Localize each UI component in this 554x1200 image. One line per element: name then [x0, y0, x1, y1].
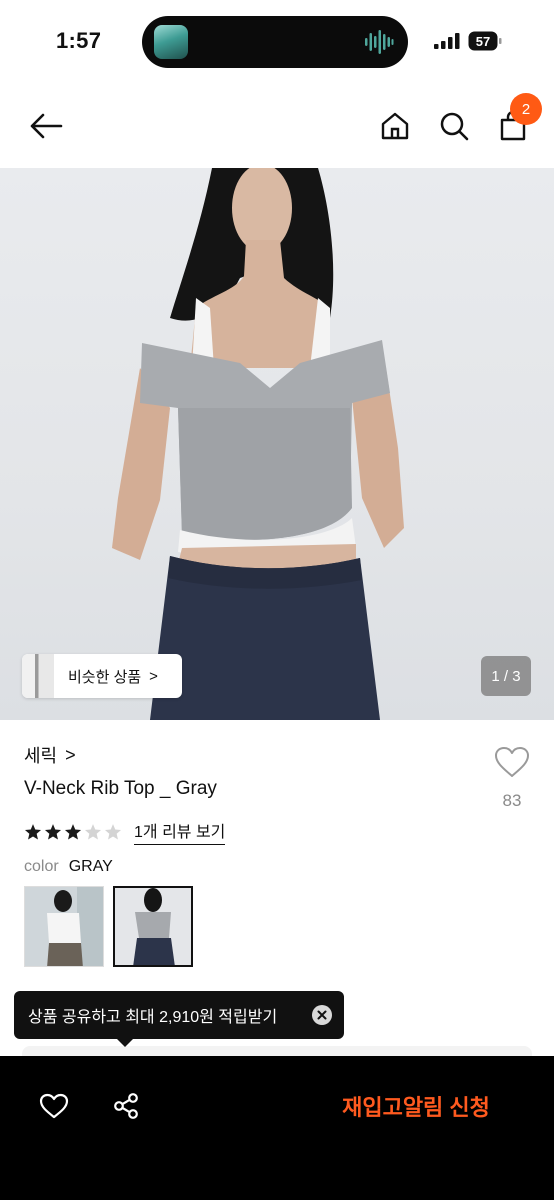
color-swatch-white[interactable] [24, 886, 104, 967]
heart-icon [495, 747, 529, 777]
review-link[interactable]: 1개 리뷰 보기 [134, 818, 226, 845]
home-button[interactable] [367, 84, 423, 168]
now-playing-artwork [154, 25, 188, 59]
star-empty-icon [104, 823, 122, 839]
image-page-indicator: 1 / 3 [481, 656, 531, 696]
product-title: V-Neck Rib Top _ Gray [24, 778, 217, 799]
close-icon [317, 1010, 327, 1020]
brand-name: 세릭 [24, 746, 58, 766]
back-button[interactable] [18, 84, 74, 168]
star-filled-icon [24, 823, 42, 839]
tooltip-arrow [116, 1038, 134, 1047]
battery-level: 57 [476, 34, 490, 49]
dynamic-island[interactable] [142, 16, 408, 68]
share-icon [114, 1093, 138, 1119]
wishlist-button[interactable] [34, 1086, 74, 1126]
swatch-photo [25, 887, 103, 966]
bottom-action-bar: 재입고알림 신청 [0, 1056, 554, 1200]
search-icon [440, 112, 469, 141]
cart-count-badge: 2 [510, 93, 542, 125]
similar-product-thumbnail [22, 654, 54, 698]
color-label: color [24, 858, 59, 875]
cellular-signal-icon [434, 33, 460, 49]
similar-products-label: 비슷한 상품 [68, 668, 142, 686]
heart-icon [39, 1093, 69, 1119]
color-swatch-gray[interactable] [113, 886, 193, 967]
product-photo [112, 168, 404, 720]
search-button[interactable] [426, 84, 482, 168]
battery-icon: 57 [468, 31, 502, 51]
star-filled-icon [64, 823, 82, 839]
product-image-carousel[interactable]: 비슷한 상품 > 1 / 3 [0, 168, 554, 720]
chevron-right-icon: > [149, 667, 158, 685]
like-count: 83 [502, 791, 522, 810]
home-icon [381, 112, 409, 140]
back-arrow-icon [30, 113, 63, 139]
star-empty-icon [84, 823, 102, 839]
star-rating [24, 823, 124, 841]
share-button[interactable] [106, 1086, 146, 1126]
chevron-right-icon: > [65, 744, 76, 765]
restock-alert-button[interactable]: 재입고알림 신청 [318, 1086, 514, 1126]
similar-products-button[interactable]: 비슷한 상품 > [22, 654, 182, 698]
selected-color-value: GRAY [68, 858, 113, 875]
brand-link[interactable]: 세릭 > [24, 742, 76, 768]
star-filled-icon [44, 823, 62, 839]
rating-row: 1개 리뷰 보기 [24, 818, 226, 845]
tooltip-close-button[interactable] [312, 1005, 332, 1025]
status-bar: 1:57 57 [0, 0, 554, 84]
like-button[interactable]: 83 [490, 746, 534, 811]
share-reward-tooltip: 상품 공유하고 최대 2,910원 적립받기 [14, 991, 344, 1039]
status-time: 1:57 [56, 28, 102, 53]
color-option-row: color GRAY [24, 858, 113, 876]
tooltip-text: 상품 공유하고 최대 2,910원 적립받기 [28, 1009, 278, 1026]
audio-wave-icon [365, 30, 394, 54]
swatch-photo [115, 888, 191, 965]
top-nav [0, 84, 554, 168]
